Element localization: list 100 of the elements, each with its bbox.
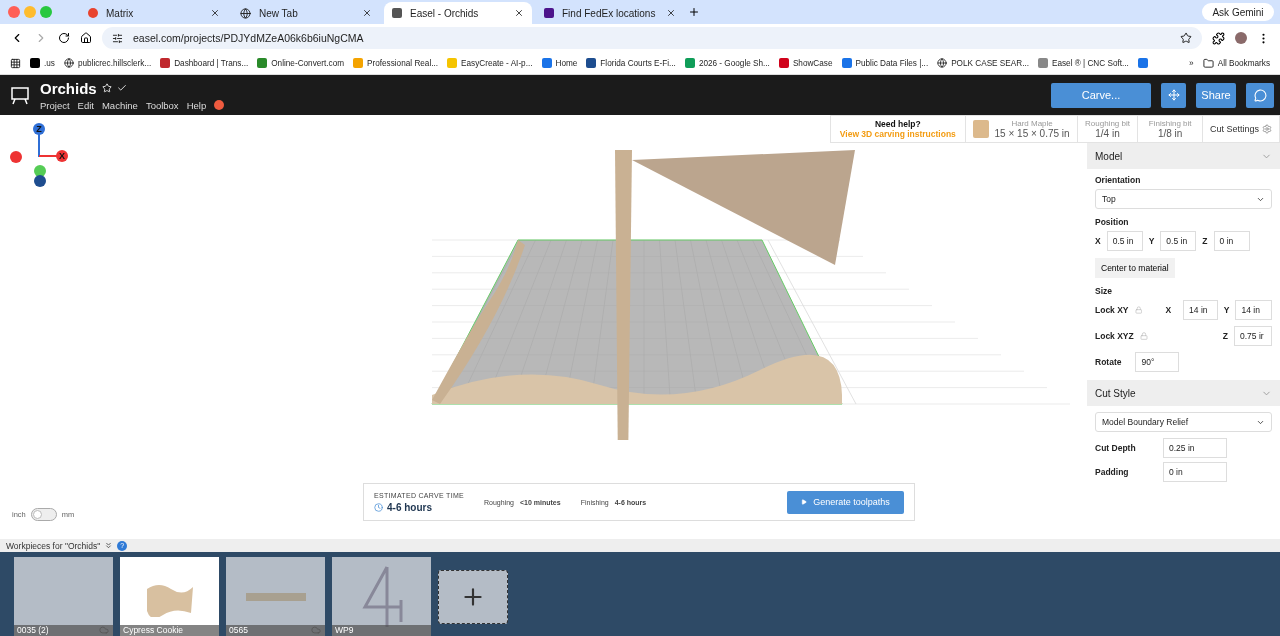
close-icon[interactable]	[514, 8, 524, 18]
all-bookmarks-button[interactable]: All Bookmarks	[1202, 57, 1270, 69]
material-name: Hard Maple	[1011, 119, 1053, 128]
size-field[interactable]: 14 in	[1183, 300, 1218, 320]
lock-xyz-label: Lock XYZ	[1095, 331, 1134, 341]
padding-field[interactable]: 0 in	[1163, 462, 1227, 482]
help-title: Need help?	[874, 119, 921, 129]
ask-gemini-button[interactable]: Ask Gemini	[1202, 3, 1274, 21]
globe-icon	[240, 7, 251, 19]
folder-icon	[1202, 57, 1214, 69]
size-field[interactable]: 14 in	[1235, 300, 1272, 320]
axis-label: Y	[1148, 236, 1155, 246]
rotate-field[interactable]: 90°	[1135, 352, 1180, 372]
bookmark-icon[interactable]	[1137, 58, 1148, 68]
bookmark[interactable]: Easel ® | CNC Soft...	[1037, 58, 1129, 68]
menu-item[interactable]: Help	[186, 99, 207, 111]
model-section-header[interactable]: Model	[1087, 143, 1280, 169]
bookmark[interactable]: ShowCase	[778, 58, 833, 68]
rotate-label: Rotate	[1095, 357, 1122, 367]
position-field[interactable]: 0.5 in	[1106, 231, 1143, 251]
menu-item[interactable]: Toolbox	[145, 99, 179, 111]
orientation-select[interactable]: Top	[1095, 189, 1272, 209]
fullscreen-button[interactable]	[1161, 82, 1186, 108]
new-tab-icon[interactable]	[688, 6, 700, 18]
more-bookmarks-button[interactable]: »	[1189, 58, 1194, 68]
cut-style-select[interactable]: Model Boundary Relief	[1095, 412, 1272, 432]
profile-avatar[interactable]	[1235, 32, 1247, 44]
size-field[interactable]: 0.75 ir	[1234, 326, 1272, 346]
axis-label[interactable]: X	[56, 150, 68, 162]
unit-toggle[interactable]	[30, 508, 57, 521]
orientation-label: Orientation	[1094, 174, 1142, 187]
position-field[interactable]: 0 in	[1213, 231, 1250, 251]
bookmark[interactable]: Home	[541, 58, 578, 68]
notification-dot	[214, 100, 225, 110]
address-bar[interactable]: easel.com/projects/PDJYdMZeA06k6b6iuNgCMA	[102, 27, 1202, 49]
easel-icon	[10, 85, 30, 105]
bookmark[interactable]: Online-Convert.com	[257, 58, 345, 68]
bookmark[interactable]: Dashboard | Trans...	[160, 58, 249, 68]
lock-xy-label: Lock XY	[1095, 305, 1129, 315]
axis-label[interactable]: Z	[33, 123, 45, 135]
arrows-icon	[1167, 89, 1180, 101]
home-icon[interactable]	[80, 32, 92, 44]
axis-dot[interactable]	[34, 175, 46, 187]
project-title[interactable]: Orchids	[40, 79, 97, 97]
menu-item[interactable]: Machine	[101, 99, 138, 111]
workpiece-name: 0565	[226, 625, 325, 636]
cloud-icon	[311, 625, 321, 635]
cut-depth-field[interactable]: 0.25 in	[1163, 438, 1227, 458]
globe-icon	[63, 58, 74, 68]
bookmark[interactable]: Professional Real...	[353, 58, 439, 68]
workpiece-thumbnail[interactable]: WP9	[332, 557, 431, 636]
workpiece-name: 0035 (2)	[14, 625, 113, 636]
cut-settings-button[interactable]: Cut Settings	[1209, 124, 1259, 134]
bookmark[interactable]: POLK CASE SEAR...	[937, 58, 1029, 68]
finishing-bit-value[interactable]: 1/8 in	[1157, 128, 1183, 139]
axis-dot[interactable]	[10, 151, 22, 163]
browser-tab[interactable]: Matrix	[80, 2, 228, 24]
apps-icon[interactable]	[10, 57, 21, 69]
star-icon[interactable]	[1180, 32, 1192, 44]
close-icon[interactable]	[666, 8, 676, 18]
cut-style-section-header[interactable]: Cut Style	[1087, 380, 1280, 406]
cloud-icon	[99, 625, 109, 635]
center-to-material-button[interactable]: Center to material	[1095, 258, 1175, 278]
extensions-icon[interactable]	[1212, 31, 1225, 45]
padding-label: Padding	[1095, 467, 1130, 477]
reload-icon[interactable]	[58, 32, 70, 44]
check-icon	[116, 83, 127, 93]
axis-label: X	[1095, 236, 1101, 246]
menu-item[interactable]: Edit	[77, 99, 94, 111]
size-label: Size	[1094, 285, 1113, 298]
bookmark[interactable]: 2026 - Google Sh...	[684, 58, 770, 68]
bookmark[interactable]: .us	[30, 58, 55, 68]
cut-depth-label: Cut Depth	[1095, 443, 1137, 453]
workpiece-thumbnail[interactable]: Cypress Cookie	[120, 557, 219, 636]
browser-tab[interactable]: New Tab	[232, 2, 380, 24]
workpiece-name: WP9	[332, 625, 431, 636]
browser-tab[interactable]: Easel - Orchids	[384, 2, 532, 24]
site-settings-icon[interactable]	[112, 32, 123, 44]
collapse-icon[interactable]	[104, 541, 114, 550]
add-workpiece-button[interactable]	[438, 570, 508, 624]
bookmark[interactable]: EasyCreate - AI-p...	[447, 58, 533, 68]
bookmark[interactable]: Florida Courts E-Fi...	[586, 58, 676, 68]
play-icon	[801, 499, 808, 505]
axis-dot[interactable]	[34, 165, 46, 177]
workpiece-thumbnail[interactable]: 0565	[226, 557, 325, 636]
roughing-bit-value[interactable]: 1/4 in	[1095, 128, 1120, 139]
workpiece-thumbnail[interactable]: 0035 (2)	[14, 557, 113, 636]
material-size[interactable]: 15 × 15 × 0.75 in	[994, 128, 1070, 139]
finishing-bit-label: Finishing bit	[1148, 119, 1192, 128]
close-icon[interactable]	[210, 8, 220, 18]
close-icon[interactable]	[362, 8, 372, 18]
axis-label: Y	[1223, 305, 1230, 315]
browser-tab[interactable]: Find FedEx locations	[536, 2, 684, 24]
bookmark[interactable]: Public Data Files |...	[841, 58, 929, 68]
globe-icon	[937, 58, 948, 68]
menu-item[interactable]: Project	[40, 99, 70, 111]
chat-button[interactable]	[1246, 82, 1274, 108]
wood-swatch[interactable]	[972, 120, 989, 138]
position-field[interactable]: 0.5 in	[1160, 231, 1197, 251]
bookmark[interactable]: publicrec.hillsclerk...	[63, 58, 152, 68]
